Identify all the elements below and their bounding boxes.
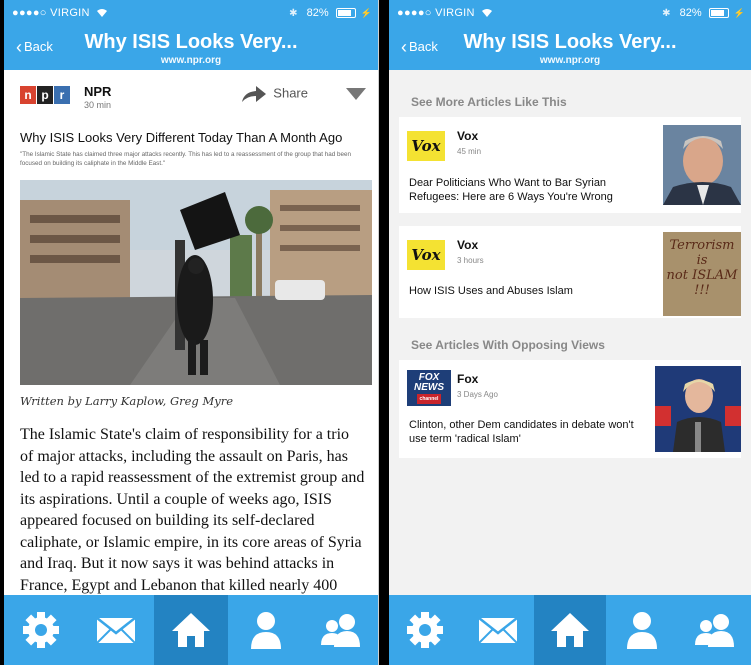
- fox-logo-line: channel: [416, 393, 442, 404]
- page-url: www.npr.org: [539, 55, 601, 66]
- nav-header: ●●●●○ VIRGIN ✱ 82% ⚡ ‹ Back Why ISIS Look…: [4, 0, 378, 70]
- source-name: NPR: [84, 84, 112, 99]
- tab-settings[interactable]: [4, 595, 79, 665]
- bluetooth-icon: ✱: [289, 8, 298, 19]
- vox-logo: Vox: [407, 240, 445, 270]
- share-icon: [242, 86, 267, 102]
- article-card-3[interactable]: FOX NEWS channel Fox 3 Days Ago Clinton,…: [399, 360, 741, 458]
- tab-settings[interactable]: [389, 595, 461, 665]
- card-thumbnail: Terrorism is not ISLAM !!!: [663, 232, 741, 316]
- card-thumbnail: [655, 366, 741, 452]
- article-headline: Why ISIS Looks Very Different Today Than…: [20, 130, 343, 145]
- card-source: Fox: [457, 372, 479, 386]
- page-title: Why ISIS Looks Very...: [463, 31, 677, 53]
- article-byline: Written by Larry Kaplow, Greg Myre: [20, 394, 234, 408]
- card-headline: How ISIS Uses and Abuses Islam: [409, 285, 573, 297]
- tab-bar: [4, 595, 378, 665]
- card-headline: Clinton, other Dem candidates in debate …: [409, 419, 634, 445]
- wifi-icon: [482, 9, 493, 18]
- carrier-label: ●●●●○ VIRGIN: [397, 7, 493, 19]
- share-button[interactable]: Share: [241, 85, 308, 103]
- users-icon: [694, 614, 734, 647]
- article-card-2[interactable]: Vox Vox 3 hours How ISIS Uses and Abuses…: [399, 226, 741, 318]
- npr-logo-n: n: [20, 86, 36, 104]
- card-time: 45 min: [457, 147, 482, 156]
- home-icon: [551, 613, 590, 647]
- battery-icon: [335, 8, 356, 19]
- article-body: The Islamic State's claim of responsibil…: [20, 426, 365, 594]
- article-hero-image: [20, 180, 372, 385]
- card-thumbnail: [663, 125, 741, 205]
- article-screen: ●●●●○ VIRGIN ✱ 82% ⚡ ‹ Back Why ISIS Look…: [4, 0, 379, 665]
- mail-icon: [477, 617, 518, 644]
- tab-bar: [389, 595, 751, 665]
- section-opposing-title: See Articles With Opposing Views: [411, 338, 605, 352]
- carrier-label: ●●●●○ VIRGIN: [12, 7, 108, 19]
- carrier-text: ●●●●○ VIRGIN: [397, 7, 475, 19]
- recommendations-screen: ●●●●○ VIRGIN ✱ 82% ⚡ ‹ Back Why ISIS Look…: [389, 0, 751, 665]
- battery-group: ✱ 82% ⚡: [662, 7, 745, 19]
- battery-percent: 82%: [306, 7, 329, 19]
- article-summary: "The Islamic State has claimed three maj…: [20, 151, 352, 167]
- page-url: www.npr.org: [160, 55, 222, 66]
- card-headline: Dear Politicians Who Want to Bar Syrian …: [409, 177, 613, 203]
- user-icon: [627, 612, 658, 649]
- charge-icon: ⚡: [360, 8, 372, 18]
- card-time: 3 hours: [457, 256, 484, 265]
- nav-header: ●●●●○ VIRGIN ✱ 82% ⚡ ‹ Back Why ISIS Look…: [389, 0, 751, 70]
- status-bar: ●●●●○ VIRGIN ✱ 82% ⚡: [12, 7, 372, 19]
- sign-text-line: is: [696, 253, 708, 268]
- status-bar: ●●●●○ VIRGIN ✱ 82% ⚡: [397, 7, 745, 19]
- article-card-1[interactable]: Vox Vox 45 min Dear Politicians Who Want…: [399, 117, 741, 213]
- card-source: Vox: [457, 129, 479, 143]
- npr-logo-p: p: [37, 86, 53, 104]
- battery-percent: 82%: [679, 7, 702, 19]
- users-icon: [320, 614, 360, 647]
- fox-logo-line: NEWS: [414, 381, 444, 393]
- tab-home[interactable]: [533, 595, 607, 665]
- mail-icon: [96, 617, 136, 644]
- carrier-text: ●●●●○ VIRGIN: [12, 7, 90, 19]
- page-title: Why ISIS Looks Very...: [84, 31, 298, 53]
- vox-logo: Vox: [407, 131, 445, 161]
- charge-icon: ⚡: [733, 8, 745, 18]
- sign-text-line: not ISLAM: [666, 268, 738, 283]
- gear-icon: [407, 612, 444, 648]
- tab-messages[interactable]: [79, 595, 154, 665]
- tab-friends[interactable]: [679, 595, 751, 665]
- fox-logo-line: FOX: [418, 371, 440, 383]
- sign-text-line: !!!: [694, 283, 710, 298]
- source-row: n p r NPR 30 min Share: [4, 76, 378, 116]
- tab-profile[interactable]: [606, 595, 678, 665]
- section-similar-title: See More Articles Like This: [411, 95, 567, 109]
- tab-friends[interactable]: [303, 595, 378, 665]
- source-time: 30 min: [84, 100, 112, 110]
- battery-group: ✱ 82% ⚡: [289, 7, 372, 19]
- sign-text-line: Terrorism: [669, 238, 735, 253]
- tab-home[interactable]: [153, 595, 229, 665]
- npr-logo-r: r: [54, 86, 70, 104]
- bluetooth-icon: ✱: [662, 8, 671, 19]
- tab-profile[interactable]: [228, 595, 303, 665]
- user-icon: [250, 612, 281, 649]
- chevron-down-icon[interactable]: [346, 88, 366, 100]
- wifi-icon: [97, 9, 108, 18]
- fox-news-logo: FOX NEWS channel: [407, 370, 451, 406]
- tab-messages[interactable]: [461, 595, 533, 665]
- npr-logo: n p r: [20, 86, 70, 104]
- card-source: Vox: [457, 238, 479, 252]
- battery-icon: [708, 8, 729, 19]
- share-label: Share: [273, 85, 308, 101]
- home-icon: [171, 613, 210, 647]
- card-time: 3 Days Ago: [457, 390, 498, 399]
- gear-icon: [23, 612, 60, 648]
